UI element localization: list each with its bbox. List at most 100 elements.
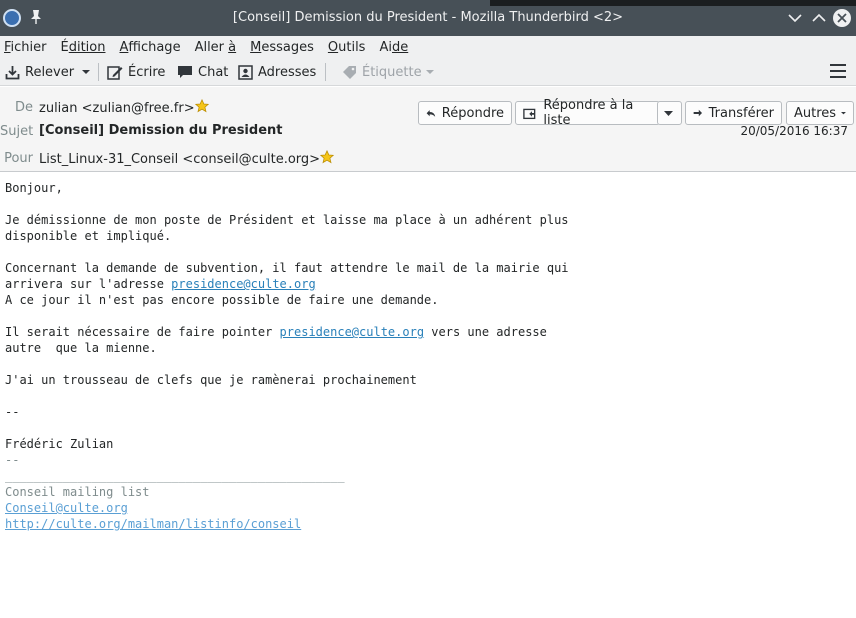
chat-bubble-icon xyxy=(178,66,192,78)
menu-edit-mnemonic: dition xyxy=(68,39,106,55)
tag-button[interactable]: Étiquette xyxy=(342,62,434,82)
menu-edit[interactable]: Édition xyxy=(61,40,106,55)
mailing-list-name: Conseil mailing list xyxy=(5,485,150,499)
mailing-list-email-link[interactable]: Conseil@culte.org xyxy=(5,501,128,515)
get-mail-button[interactable]: Relever xyxy=(5,62,74,82)
write-label: Écrire xyxy=(128,64,166,80)
menu-go-prefix: Aller xyxy=(194,39,229,55)
reply-list-button[interactable]: Répondre à la liste xyxy=(515,98,660,128)
body-line: Il serait nécessaire de faire pointer xyxy=(5,325,280,339)
title-bar: [Conseil] Demission du President - Mozil… xyxy=(0,0,856,36)
address-book-button[interactable]: Adresses xyxy=(238,62,316,82)
menu-go[interactable]: Aller à xyxy=(195,40,237,55)
subject-label: Sujet xyxy=(0,124,34,139)
signature-separator: -- xyxy=(5,453,20,467)
other-actions-button[interactable]: Autres xyxy=(786,101,854,125)
reply-list-label: Répondre à la liste xyxy=(543,98,634,128)
menu-tools-mnemonic: O xyxy=(327,39,339,55)
body-line: arrivera sur l'adresse xyxy=(5,277,172,291)
message-header: De zulian <zulian@free.fr> Sujet [Consei… xyxy=(0,87,856,172)
menu-help[interactable]: Aide xyxy=(379,40,408,55)
chat-label: Chat xyxy=(198,64,229,80)
from-field[interactable]: zulian <zulian@free.fr> xyxy=(39,99,209,116)
hamburger-line xyxy=(830,70,846,72)
pencil-icon xyxy=(107,65,123,80)
menu-message-label: essages xyxy=(261,39,314,55)
body-line: A ce jour il n'est pas encore possible d… xyxy=(5,293,439,307)
maximize-button[interactable] xyxy=(810,9,828,27)
get-mail-dropdown[interactable] xyxy=(81,62,96,82)
menu-tools[interactable]: Outils xyxy=(328,40,366,55)
menu-message-mnemonic: M xyxy=(250,39,262,55)
window-title: [Conseil] Demission du President - Mozil… xyxy=(232,10,624,25)
menu-edit-prefix: É xyxy=(60,39,69,55)
body-line: disponible et impliqué. xyxy=(5,229,172,243)
forward-label: Transférer xyxy=(708,105,774,121)
menu-help-prefix: Ai xyxy=(379,39,392,55)
menu-view-label: ffichage xyxy=(128,39,181,55)
forward-arrow-icon xyxy=(693,109,703,117)
to-value: List_Linux-31_Conseil <conseil@culte.org… xyxy=(39,152,321,167)
title-bar-edge xyxy=(490,0,856,6)
reply-label: Répondre xyxy=(441,105,504,121)
caret-down-icon xyxy=(425,69,434,74)
address-book-icon xyxy=(238,64,253,80)
sender-name: Frédéric Zulian xyxy=(5,437,114,451)
main-toolbar: Relever Écrire Chat Adresses Étiquette xyxy=(0,58,856,86)
body-line: vers une adresse xyxy=(424,325,547,339)
email-link[interactable]: presidence@culte.org xyxy=(280,325,425,339)
menu-tools-label: utils xyxy=(338,39,366,55)
body-line: autre que la mienne. xyxy=(5,341,157,355)
from-value: zulian <zulian@free.fr> xyxy=(39,101,195,116)
close-icon xyxy=(837,13,847,23)
forward-button[interactable]: Transférer xyxy=(685,101,782,125)
chevron-down-icon xyxy=(788,14,802,23)
to-label: Pour xyxy=(4,151,33,166)
other-actions-label: Autres xyxy=(794,105,837,121)
menu-view[interactable]: Affichage xyxy=(119,40,180,55)
reply-arrow-icon xyxy=(426,109,436,117)
from-label: De xyxy=(14,100,33,115)
star-icon[interactable] xyxy=(320,150,335,164)
toolbar-separator xyxy=(98,63,99,81)
menu-help-mnemonic: de xyxy=(391,39,409,55)
download-icon xyxy=(5,65,20,79)
hamburger-line xyxy=(830,64,846,66)
reply-button[interactable]: Répondre xyxy=(418,101,512,125)
signature-block: -- _____________________________________… xyxy=(5,453,345,531)
menu-file[interactable]: Fichier xyxy=(4,40,47,55)
body-line: Je démissionne de mon poste de Président… xyxy=(5,213,569,227)
message-body: Bonjour, Je démissionne de mon poste de … xyxy=(5,180,851,532)
body-line: J'ai un trousseau de clefs que je ramène… xyxy=(5,373,417,387)
menu-go-mnemonic: à xyxy=(228,39,237,55)
signature-rule: ________________________________________… xyxy=(5,469,345,483)
caret-down-icon xyxy=(664,110,673,116)
address-book-label: Adresses xyxy=(258,64,317,80)
reply-list-dropdown[interactable] xyxy=(657,101,682,125)
hamburger-line xyxy=(830,76,846,78)
mailing-list-url-link[interactable]: http://culte.org/mailman/listinfo/consei… xyxy=(5,517,301,531)
greeting-line: Bonjour, xyxy=(5,181,63,195)
menu-file-label: ichier xyxy=(10,39,47,55)
tag-label: Étiquette xyxy=(362,64,422,80)
app-menu-button[interactable] xyxy=(830,64,846,78)
close-button[interactable] xyxy=(833,9,851,27)
caret-down-icon xyxy=(841,111,846,114)
toolbar-separator xyxy=(325,63,326,81)
tag-icon xyxy=(343,66,356,79)
body-line: -- xyxy=(5,405,20,419)
email-link[interactable]: presidence@culte.org xyxy=(171,277,316,291)
caret-down-icon xyxy=(82,70,90,74)
get-mail-label: Relever xyxy=(25,64,75,80)
message-date: 20/05/2016 16:37 xyxy=(740,124,848,138)
menu-message[interactable]: Messages xyxy=(250,40,314,55)
reply-list-icon xyxy=(523,108,536,120)
chevron-up-icon xyxy=(812,13,826,22)
write-button[interactable]: Écrire xyxy=(107,62,165,82)
to-field[interactable]: List_Linux-31_Conseil <conseil@culte.org… xyxy=(39,150,335,167)
subject-value: [Conseil] Demission du President xyxy=(39,123,283,138)
chat-button[interactable]: Chat xyxy=(177,62,228,82)
minimize-button[interactable] xyxy=(786,9,804,27)
body-line: Concernant la demande de subvention, il … xyxy=(5,261,569,275)
star-icon[interactable] xyxy=(194,99,209,113)
